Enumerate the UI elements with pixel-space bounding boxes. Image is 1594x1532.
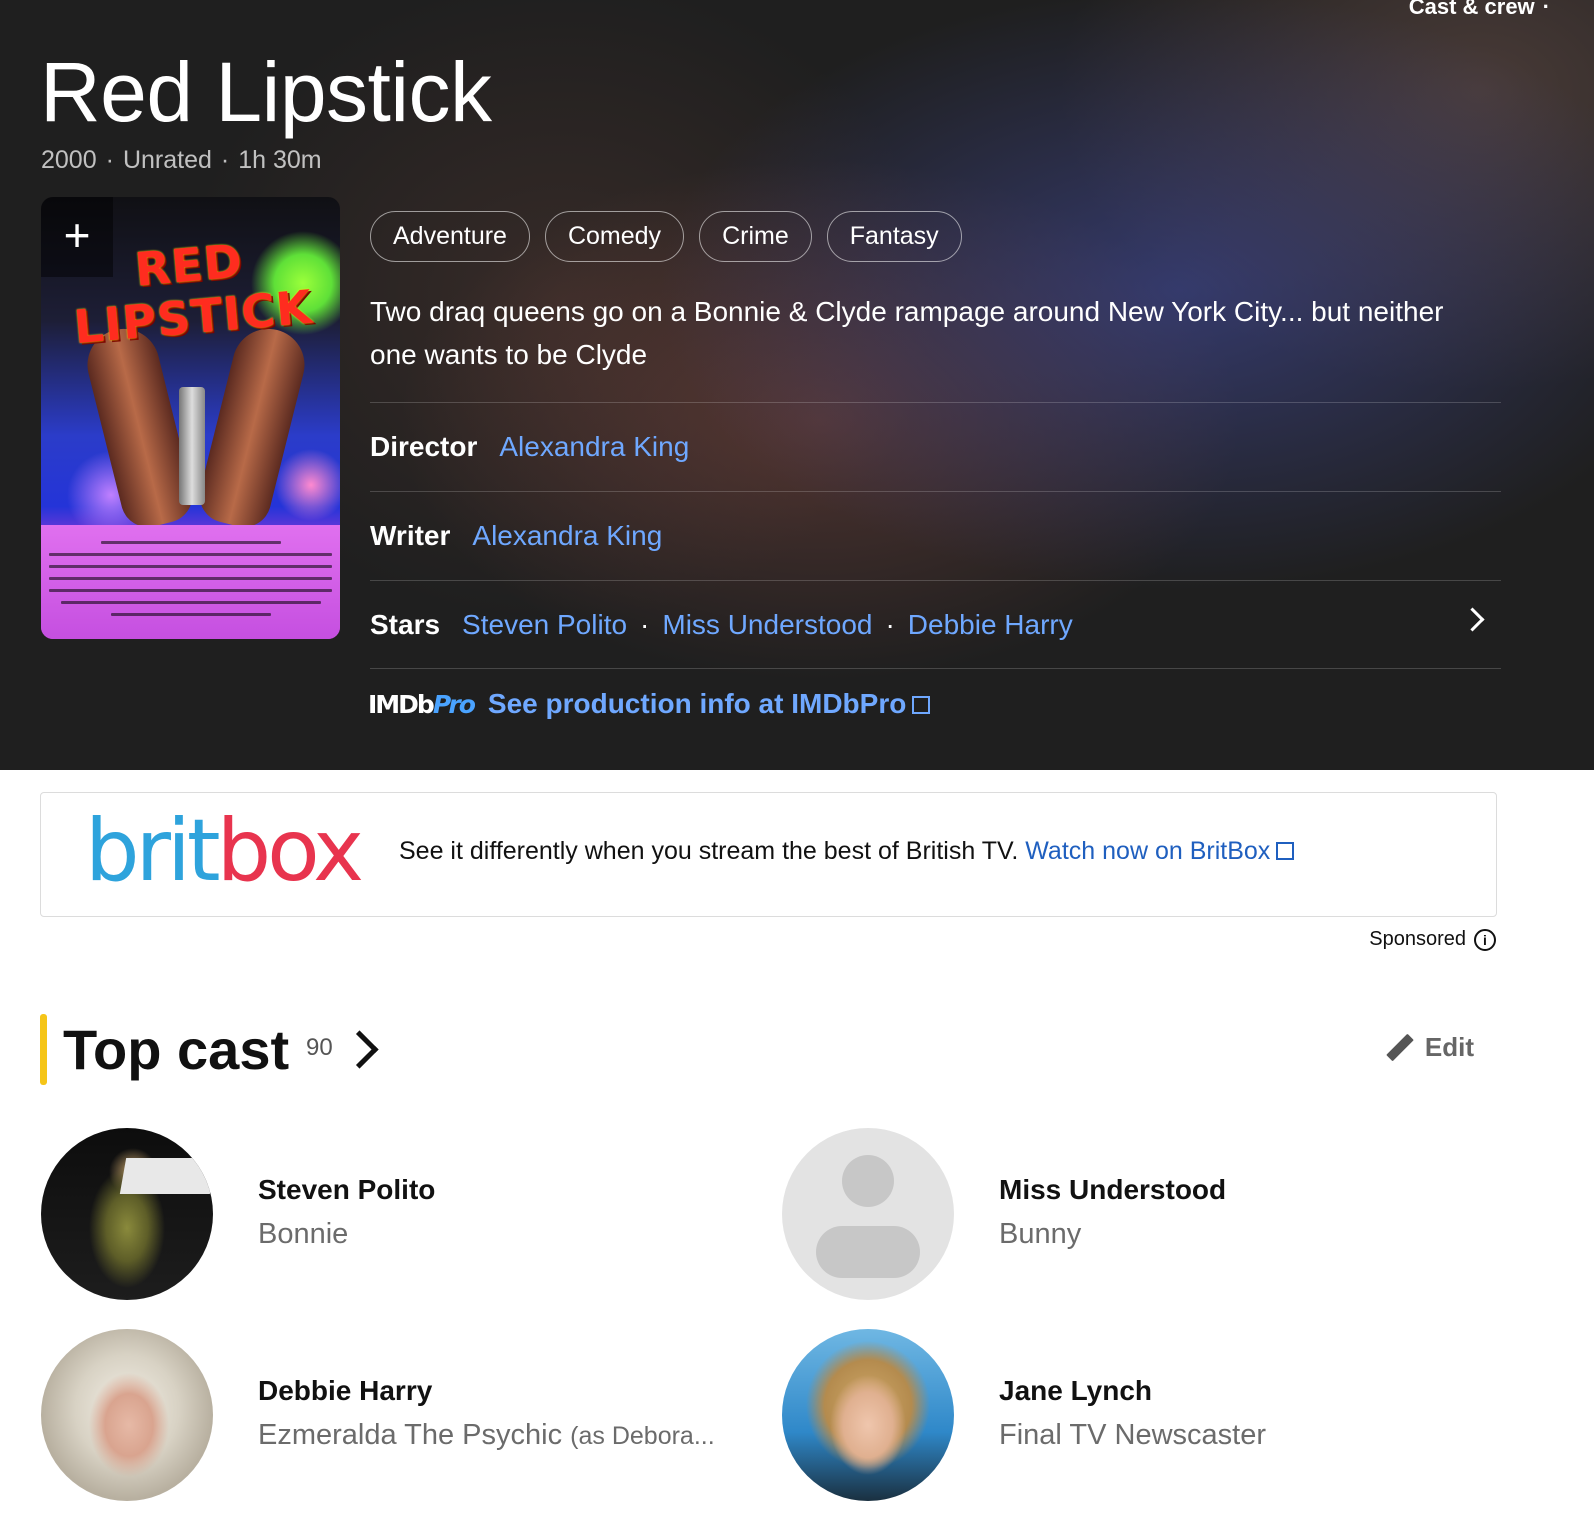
pencil-icon [1379, 1030, 1413, 1064]
edit-button[interactable]: Edit [1379, 1030, 1474, 1064]
sponsored-label[interactable]: Sponsored i [1369, 928, 1496, 951]
star-link[interactable]: Miss Understood [662, 609, 872, 641]
britbox-logo[interactable]: britbox [85, 805, 364, 897]
genre-chip[interactable]: Crime [699, 211, 812, 262]
writer-row: Writer Alexandra King [370, 491, 1501, 580]
avatar[interactable] [41, 1128, 213, 1300]
star-link[interactable]: Steven Polito [462, 609, 627, 641]
plot-summary: Two draq queens go on a Bonnie & Clyde r… [370, 296, 1444, 370]
stars-label: Stars [370, 609, 441, 640]
genre-chip[interactable]: Comedy [544, 211, 685, 262]
genre-chips: Adventure Comedy Crime Fantasy [370, 211, 962, 262]
director-link[interactable]: Alexandra King [499, 431, 689, 463]
cast-member[interactable]: Debbie Harry Ezmeralda The Psychic (as D… [41, 1329, 781, 1509]
cast-member[interactable]: Jane Lynch Final TV Newscaster [782, 1329, 1522, 1509]
poster-credits-band [41, 525, 340, 639]
cast-name[interactable]: Debbie Harry [258, 1375, 432, 1407]
star-link[interactable]: Debbie Harry [908, 609, 1073, 641]
divider [370, 668, 1501, 669]
cast-name[interactable]: Miss Understood [999, 1174, 1226, 1206]
rating[interactable]: Unrated [123, 146, 212, 174]
britbox-watch-link[interactable]: Watch now on BritBox [1025, 837, 1295, 865]
cast-member[interactable]: Steven Polito Bonnie [41, 1128, 781, 1308]
chevron-right-icon[interactable] [340, 1030, 379, 1069]
writer-link[interactable]: Alexandra King [472, 520, 662, 552]
poster-leg-right [193, 321, 313, 533]
avatar[interactable] [41, 1329, 213, 1501]
poster-gun [179, 387, 205, 505]
writer-label: Writer [370, 520, 451, 551]
external-link-icon [912, 696, 931, 714]
cast-role: Bonnie [258, 1218, 349, 1250]
page-title: Red Lipstick [40, 45, 492, 139]
genre-chip[interactable]: Fantasy [826, 211, 962, 262]
release-year[interactable]: 2000 [41, 146, 97, 174]
avatar-placeholder[interactable] [782, 1128, 954, 1300]
hero-section: Cast & crew · Red Lipstick 2000 · Unrated · 1… [0, 0, 1594, 770]
chevron-right-icon[interactable] [1460, 607, 1485, 632]
person-icon [842, 1155, 894, 1207]
avatar[interactable] [782, 1329, 954, 1501]
cast-member[interactable]: Miss Understood Bunny [782, 1128, 1522, 1308]
cast-name[interactable]: Steven Polito [258, 1174, 435, 1206]
title-meta: 2000 · Unrated · 1h 30m [41, 146, 322, 174]
stars-row[interactable]: Stars Steven Polito · Miss Understood · … [370, 580, 1501, 669]
cast-role: Ezmeralda The Psychic (as Debora... [258, 1419, 715, 1451]
runtime: 1h 30m [238, 146, 322, 174]
cast-role: Final TV Newscaster [999, 1419, 1266, 1451]
top-cast-title[interactable]: Top cast [63, 1014, 289, 1086]
ad-text: See it differently when you stream the b… [399, 837, 1295, 866]
imdbpro-logo: IMDbPro [368, 689, 476, 719]
external-link-icon [1276, 842, 1295, 860]
cast-role: Bunny [999, 1218, 1082, 1250]
top-cast-count: 90 [306, 1034, 333, 1061]
info-icon[interactable]: i [1474, 928, 1496, 951]
imdbpro-row[interactable]: IMDbPro See production info at IMDbPro [368, 688, 931, 720]
imdbpro-link[interactable]: See production info at IMDbPro [488, 688, 931, 720]
britbox-ad[interactable]: britbox See it differently when you stre… [40, 792, 1497, 917]
director-row: Director Alexandra King [370, 402, 1501, 491]
genre-chip[interactable]: Adventure [370, 211, 530, 262]
director-label: Director [370, 431, 478, 462]
cast-name[interactable]: Jane Lynch [999, 1375, 1152, 1407]
plus-icon: + [63, 209, 91, 261]
section-accent-bar [40, 1014, 47, 1085]
add-to-watchlist-button[interactable]: + [41, 197, 113, 277]
cast-crew-link[interactable]: Cast & crew · [1409, 0, 1558, 20]
